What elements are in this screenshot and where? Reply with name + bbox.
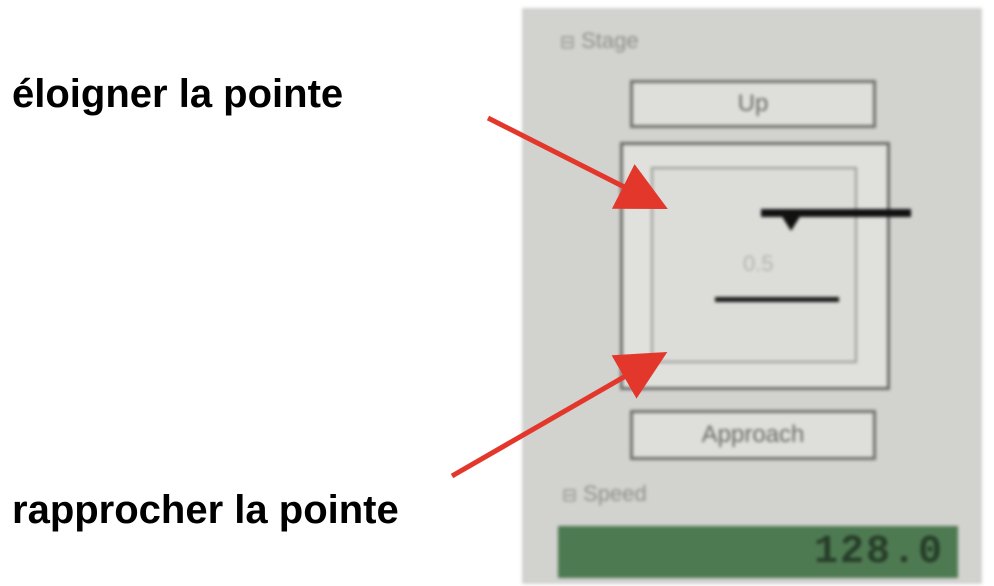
arrow-away xyxy=(486,115,668,210)
annotation-arrows xyxy=(450,115,668,479)
arrow-closer xyxy=(450,352,668,479)
